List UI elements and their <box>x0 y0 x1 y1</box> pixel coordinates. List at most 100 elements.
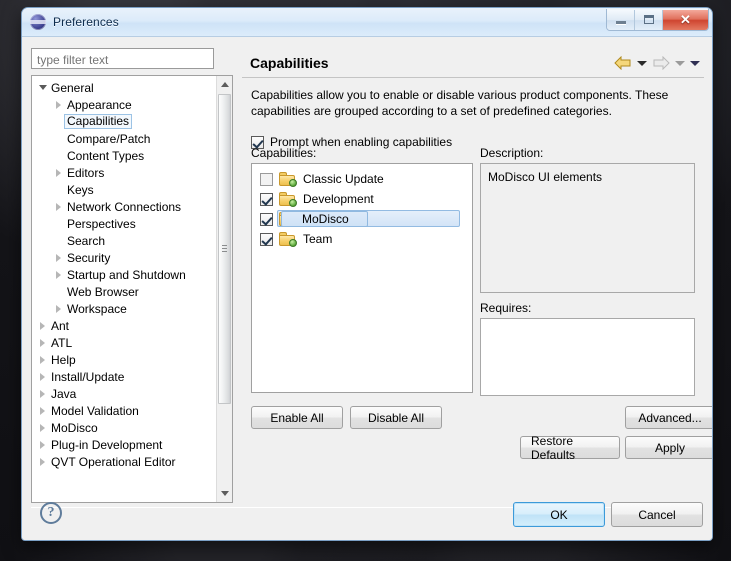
tree-item-startup-and-shutdown[interactable]: Startup and Shutdown <box>32 266 218 283</box>
page-menu-icon[interactable] <box>690 60 700 66</box>
capability-row[interactable]: MoDisco <box>252 209 472 229</box>
tree-item-search[interactable]: Search <box>32 232 218 249</box>
chevron-right-icon[interactable] <box>36 406 49 415</box>
chevron-right-icon[interactable] <box>36 457 49 466</box>
tree-item-label: Workspace <box>67 301 127 316</box>
scroll-down-button[interactable] <box>217 485 232 502</box>
tree-item-label: Security <box>67 250 111 265</box>
chevron-right-icon[interactable] <box>36 423 49 432</box>
chevron-right-icon[interactable] <box>36 321 49 330</box>
chevron-right-icon[interactable] <box>52 168 65 177</box>
window-controls: ✕ <box>606 9 709 31</box>
back-arrow-icon[interactable] <box>614 56 632 70</box>
capability-label: MoDisco <box>281 211 368 227</box>
chevron-right-icon[interactable] <box>36 372 49 381</box>
requires-label: Requires: <box>480 301 532 315</box>
tree-item-java[interactable]: Java <box>32 385 218 402</box>
tree-item-atl[interactable]: ATL <box>32 334 218 351</box>
requires-box <box>480 318 695 396</box>
enable-all-button[interactable]: Enable All <box>251 406 343 429</box>
tree-item-label: Keys <box>67 182 94 197</box>
tree-item-label: ATL <box>51 335 73 350</box>
chevron-right-icon[interactable] <box>52 100 65 109</box>
tree-item-install-update[interactable]: Install/Update <box>32 368 218 385</box>
chevron-right-icon[interactable] <box>52 253 65 262</box>
tree-item-plug-in-development[interactable]: Plug-in Development <box>32 436 218 453</box>
close-button[interactable]: ✕ <box>663 9 708 30</box>
tree-item-general[interactable]: General <box>32 79 218 96</box>
advanced-button[interactable]: Advanced... <box>625 406 712 429</box>
chevron-right-icon[interactable] <box>36 440 49 449</box>
capabilities-page: Capabilities Capabilities allow you to e… <box>242 48 712 503</box>
tree-item-content-types[interactable]: Content Types <box>32 147 218 164</box>
tree-item-qvt-operational-editor[interactable]: QVT Operational Editor <box>32 453 218 470</box>
tree-item-label: Install/Update <box>51 369 125 384</box>
capability-label: Development <box>303 192 374 206</box>
dialog-body: General Appearance Capabilities Compare/Pat… <box>22 37 712 540</box>
chevron-right-icon[interactable] <box>36 389 49 398</box>
folder-icon <box>279 192 297 207</box>
tree-item-label: MoDisco <box>51 420 98 435</box>
scroll-up-button[interactable] <box>217 76 232 93</box>
capability-checkbox[interactable] <box>260 212 273 226</box>
chevron-down-icon <box>220 491 229 496</box>
tree-item-label: Compare/Patch <box>67 131 151 146</box>
tree-item-web-browser[interactable]: Web Browser <box>32 283 218 300</box>
tree-item-label: Startup and Shutdown <box>67 267 186 282</box>
chevron-right-icon[interactable] <box>36 338 49 347</box>
folder-icon <box>279 232 297 247</box>
tree-item-label: Help <box>51 352 76 367</box>
ok-button[interactable]: OK <box>513 502 605 527</box>
tree-item-security[interactable]: Security <box>32 249 218 266</box>
capability-row[interactable]: Team <box>252 229 472 249</box>
tree-item-network-connections[interactable]: Network Connections <box>32 198 218 215</box>
capability-row[interactable]: Development <box>252 189 472 209</box>
scrollbar-thumb[interactable] <box>218 94 231 404</box>
back-dropdown-icon[interactable] <box>637 60 647 66</box>
page-nav-icons <box>614 48 700 78</box>
tree-vertical-scrollbar[interactable] <box>216 76 232 502</box>
preference-tree[interactable]: General Appearance Capabilities Compare/Pat… <box>31 75 233 503</box>
tree-item-compare-patch[interactable]: Compare/Patch <box>32 130 218 147</box>
tree-item-help[interactable]: Help <box>32 351 218 368</box>
forward-dropdown-icon <box>675 60 685 66</box>
tree-item-model-validation[interactable]: Model Validation <box>32 402 218 419</box>
restore-defaults-button[interactable]: Restore Defaults <box>520 434 620 462</box>
tree-item-capabilities[interactable]: Capabilities <box>32 113 218 130</box>
tree-item-editors[interactable]: Editors <box>32 164 218 181</box>
tree-item-perspectives[interactable]: Perspectives <box>32 215 218 232</box>
capability-checkbox[interactable] <box>260 232 273 246</box>
cancel-button[interactable]: Cancel <box>611 502 703 527</box>
filter-input[interactable] <box>31 48 214 69</box>
apply-button[interactable]: Apply <box>625 436 712 459</box>
description-label: Description: <box>480 146 544 160</box>
maximize-button[interactable] <box>635 9 663 30</box>
capability-checkbox[interactable] <box>260 192 273 206</box>
tree-item-modisco[interactable]: MoDisco <box>32 419 218 436</box>
tree-item-workspace[interactable]: Workspace <box>32 300 218 317</box>
tree-item-keys[interactable]: Keys <box>32 181 218 198</box>
tree-item-appearance[interactable]: Appearance <box>32 96 218 113</box>
tree-item-label: Java <box>51 386 77 401</box>
window-titlebar: Preferences ✕ <box>22 8 712 37</box>
disable-all-button[interactable]: Disable All <box>350 406 442 429</box>
prompt-when-enabling-row[interactable]: Prompt when enabling capabilities <box>242 119 704 149</box>
minimize-button[interactable] <box>607 9 635 30</box>
chevron-right-icon[interactable] <box>52 270 65 279</box>
chevron-right-icon[interactable] <box>52 304 65 313</box>
page-description: Capabilities allow you to enable or disa… <box>251 88 669 118</box>
dialog-footer: ? OK Cancel <box>22 502 712 540</box>
restore-icon <box>643 15 654 24</box>
tree-item-ant[interactable]: Ant <box>32 317 218 334</box>
capability-row[interactable]: Classic Update <box>252 169 472 189</box>
tree-item-label: Model Validation <box>51 403 139 418</box>
page-title: Capabilities <box>250 54 329 71</box>
chevron-down-icon[interactable] <box>36 85 49 90</box>
chevron-right-icon[interactable] <box>52 202 65 211</box>
capability-checkbox[interactable] <box>260 172 273 186</box>
tree-item-label: Web Browser <box>67 284 139 299</box>
capability-label: Classic Update <box>303 172 384 186</box>
capabilities-list[interactable]: Classic Update Development MoDisco Team <box>251 163 473 393</box>
chevron-right-icon[interactable] <box>36 355 49 364</box>
help-icon[interactable]: ? <box>40 502 62 524</box>
